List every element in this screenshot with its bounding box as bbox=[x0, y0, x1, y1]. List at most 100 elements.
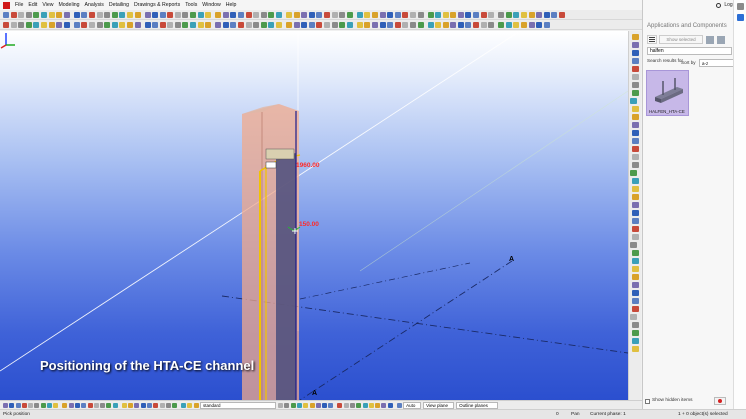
snap-switch-icon[interactable] bbox=[381, 402, 387, 408]
selection-switch-icon[interactable] bbox=[159, 402, 165, 408]
toolbar-icon[interactable] bbox=[551, 11, 558, 18]
toolbar-icon[interactable] bbox=[25, 11, 32, 18]
toolbar-icon[interactable] bbox=[442, 21, 449, 28]
selection-switch-icon[interactable] bbox=[3, 402, 8, 408]
toolbar-icon[interactable] bbox=[339, 11, 346, 18]
menu-view[interactable]: View bbox=[42, 2, 53, 8]
selection-switch-icon[interactable] bbox=[128, 402, 134, 408]
snap-switch-icon[interactable] bbox=[322, 402, 328, 408]
menu-tools[interactable]: Tools bbox=[185, 2, 197, 8]
toolbar-icon[interactable] bbox=[197, 21, 204, 28]
toolbar-icon[interactable] bbox=[450, 11, 457, 18]
toolbar-icon[interactable] bbox=[465, 21, 472, 28]
menu-edit[interactable]: Edit bbox=[28, 2, 37, 8]
component-search-input[interactable] bbox=[647, 47, 732, 55]
toolbar-icon[interactable] bbox=[346, 11, 353, 18]
snap-switch-icon[interactable] bbox=[284, 402, 290, 408]
toolbar-icon[interactable] bbox=[387, 21, 394, 28]
side-tool-icon[interactable] bbox=[631, 234, 639, 240]
toolbar-icon[interactable] bbox=[417, 11, 424, 18]
snap-switch-icon[interactable] bbox=[368, 402, 374, 408]
toolbar-icon[interactable] bbox=[167, 21, 174, 28]
toolbar-icon[interactable] bbox=[182, 21, 189, 28]
selection-switch-icon[interactable] bbox=[68, 402, 74, 408]
selection-switch-icon[interactable] bbox=[193, 402, 199, 408]
side-tool-icon[interactable] bbox=[631, 274, 639, 280]
side-tool-icon[interactable] bbox=[631, 146, 639, 152]
toolbar-icon[interactable] bbox=[40, 21, 47, 28]
toolbar-icon[interactable] bbox=[379, 11, 386, 18]
settings-select[interactable]: standard bbox=[200, 401, 277, 409]
toolbar-icon[interactable] bbox=[134, 21, 141, 28]
side-tool-icon[interactable] bbox=[631, 306, 639, 312]
toolbar-icon[interactable] bbox=[473, 21, 480, 28]
selection-switch-icon[interactable] bbox=[181, 402, 187, 408]
expand-icon[interactable] bbox=[717, 35, 725, 44]
selection-switch-icon[interactable] bbox=[165, 402, 171, 408]
toolbar-icon[interactable] bbox=[119, 11, 126, 18]
side-tool-icon[interactable] bbox=[631, 346, 639, 352]
show-hidden-checkbox[interactable] bbox=[645, 399, 650, 404]
toolbar-icon[interactable] bbox=[48, 11, 55, 18]
snap-switch-icon[interactable] bbox=[303, 402, 309, 408]
toolbar-icon[interactable] bbox=[498, 11, 505, 18]
side-tool-icon[interactable] bbox=[631, 282, 639, 288]
toolbar-icon[interactable] bbox=[364, 11, 371, 18]
selection-switch-icon[interactable] bbox=[140, 402, 146, 408]
selection-switch-icon[interactable] bbox=[21, 402, 27, 408]
toolbar-icon[interactable] bbox=[230, 11, 237, 18]
toolbar-icon[interactable] bbox=[73, 11, 80, 18]
selection-switch-icon[interactable] bbox=[28, 402, 34, 408]
toolbar-icon[interactable] bbox=[40, 11, 47, 18]
toolbar-icon[interactable] bbox=[528, 11, 535, 18]
side-tool-icon[interactable] bbox=[631, 154, 639, 160]
snap-switch-icon[interactable] bbox=[356, 402, 362, 408]
toolbar-icon[interactable] bbox=[10, 21, 17, 28]
toolbar-icon[interactable] bbox=[174, 21, 181, 28]
side-tool-icon[interactable] bbox=[629, 98, 637, 104]
toolbar-icon[interactable] bbox=[301, 11, 308, 18]
selection-switch-icon[interactable] bbox=[121, 402, 127, 408]
toolbar-icon[interactable] bbox=[25, 21, 32, 28]
toolbar-icon[interactable] bbox=[379, 21, 386, 28]
toolbar-icon[interactable] bbox=[480, 21, 487, 28]
selection-switch-icon[interactable] bbox=[172, 402, 178, 408]
toolbar-icon[interactable] bbox=[104, 21, 111, 28]
side-tool-icon[interactable] bbox=[631, 322, 639, 328]
toolbar-icon[interactable] bbox=[513, 11, 520, 18]
side-tool-icon[interactable] bbox=[631, 250, 639, 256]
side-tool-icon[interactable] bbox=[631, 162, 639, 168]
model-viewport[interactable]: 1960.00 150.00 A A Positioning of the HT… bbox=[0, 31, 628, 400]
toolbar-icon[interactable] bbox=[480, 11, 487, 18]
toolbar-icon[interactable] bbox=[18, 11, 25, 18]
toolbar-icon[interactable] bbox=[215, 11, 222, 18]
toolbar-icon[interactable] bbox=[356, 21, 363, 28]
menu-window[interactable]: Window bbox=[202, 2, 220, 8]
toolbar-icon[interactable] bbox=[409, 21, 416, 28]
side-tool-icon[interactable] bbox=[631, 82, 639, 88]
toolbar-icon[interactable] bbox=[308, 11, 315, 18]
toolbar-icon[interactable] bbox=[88, 21, 95, 28]
toolbar-icon[interactable] bbox=[205, 11, 212, 18]
toolbar-icon[interactable] bbox=[394, 11, 401, 18]
toolbar-icon[interactable] bbox=[387, 11, 394, 18]
toolbar-icon[interactable] bbox=[205, 21, 212, 28]
component-tile-halfen-hta-ce[interactable]: HALFEN_HTA-CE bbox=[646, 70, 689, 116]
toolbar-icon[interactable] bbox=[111, 21, 118, 28]
toolbar-icon[interactable] bbox=[286, 21, 292, 28]
toolbar-icon[interactable] bbox=[323, 21, 330, 28]
toolbar-icon[interactable] bbox=[488, 21, 495, 28]
toolbar-icon[interactable] bbox=[521, 11, 528, 18]
toolbar-icon[interactable] bbox=[3, 21, 9, 28]
snap-scope-select[interactable]: Outline planes bbox=[456, 401, 499, 409]
side-tool-icon[interactable] bbox=[631, 210, 639, 216]
toolbar-icon[interactable] bbox=[268, 11, 275, 18]
side-tool-icon[interactable] bbox=[631, 290, 639, 296]
side-tool-icon[interactable] bbox=[631, 90, 639, 96]
toolbar-icon[interactable] bbox=[505, 21, 512, 28]
toolbar-icon[interactable] bbox=[346, 21, 353, 28]
toolbar-icon[interactable] bbox=[144, 11, 151, 18]
toolbar-icon[interactable] bbox=[230, 21, 237, 28]
toolbar-icon[interactable] bbox=[559, 11, 565, 18]
side-tool-icon[interactable] bbox=[631, 194, 639, 200]
